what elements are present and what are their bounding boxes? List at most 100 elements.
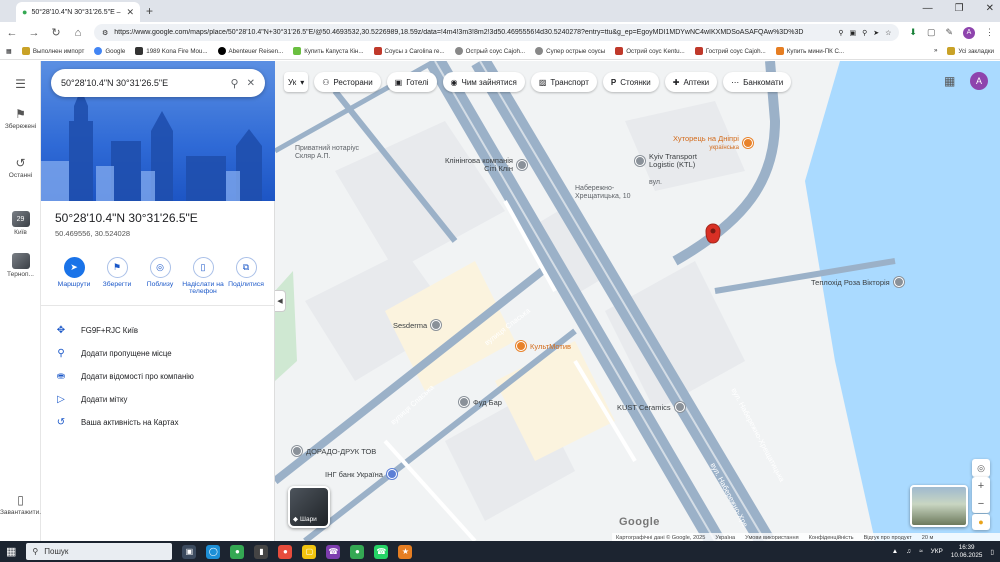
chip-parking[interactable]: P Стоянки: [602, 72, 659, 92]
browser-tab[interactable]: ● 50°28'10.4"N 30°31'26.5"E – Кі... ✕: [16, 2, 140, 22]
close-tab-icon[interactable]: ✕: [126, 7, 134, 18]
minimize-icon[interactable]: —: [923, 3, 933, 14]
viber-icon[interactable]: ☎: [326, 544, 341, 559]
bookmark-item[interactable]: Выполнен импорт: [21, 47, 84, 55]
maps-activity-row[interactable]: ↺ Ваша активність на Картах: [55, 411, 265, 434]
windows-start-icon[interactable]: ▦: [6, 545, 16, 558]
pegman-icon[interactable]: ●: [972, 514, 990, 530]
search-box[interactable]: 50°28'10.4"N 30°31'26.5"E ⚲ ✕: [51, 69, 265, 97]
poi-cleaning-company[interactable]: Клінінгова компанія Сіті Клін: [443, 156, 527, 174]
notification-icon[interactable]: ▯: [990, 548, 994, 556]
bookmark-item[interactable]: Купить мини-ПК С...: [775, 47, 844, 55]
extensions-icon[interactable]: ✎: [945, 27, 953, 38]
map-canvas[interactable]: Хуторець на Дніпрі українська Kyiv Transp…: [275, 61, 1000, 541]
reload-icon[interactable]: ↻: [50, 26, 62, 39]
menu-button[interactable]: ☰: [0, 77, 41, 93]
zoom-out-icon[interactable]: −: [978, 498, 984, 510]
chip-things-to-do[interactable]: ◉ Чим зайнятися: [442, 72, 525, 92]
lang-select[interactable]: Ук ▾: [284, 72, 309, 92]
speaker-icon[interactable]: ♫: [906, 548, 911, 555]
explorer-icon[interactable]: ▢: [302, 544, 317, 559]
rail-download-app[interactable]: ▯ Завантажити...: [0, 493, 45, 516]
apps-grid-icon[interactable]: ▦: [6, 48, 12, 55]
bookmark-item[interactable]: Острый соус Cajoh...: [454, 47, 525, 55]
poi-kust[interactable]: KUST Ceramics: [617, 402, 685, 412]
color-app-icon[interactable]: ●: [278, 544, 293, 559]
search-input[interactable]: 50°28'10.4"N 30°31'26.5"E: [61, 78, 223, 88]
zoom-icon[interactable]: ⚲: [862, 29, 867, 37]
site-info-icon[interactable]: ⚙: [102, 29, 108, 37]
poi-fud-bar[interactable]: Фуд Бар: [459, 397, 502, 407]
wifi-icon[interactable]: ≈: [919, 548, 923, 555]
nearby-button[interactable]: ◎ Поблизу: [139, 257, 181, 295]
poi-khutorets[interactable]: Хуторець на Дніпрі українська: [673, 134, 753, 152]
chip-pharmacies[interactable]: ✚ Аптеки: [664, 72, 718, 92]
forward-icon[interactable]: →: [28, 27, 40, 39]
rail-kyiv[interactable]: 29 Київ: [0, 211, 41, 236]
add-business-row[interactable]: ⛂ Додати відомості про компанію: [55, 365, 265, 388]
search-icon[interactable]: ⚲: [231, 77, 239, 90]
my-location-button[interactable]: ◎: [972, 459, 990, 477]
taskbar-search[interactable]: ⚲ Пошук: [26, 543, 173, 560]
chrome-alt-icon[interactable]: ●: [350, 544, 365, 559]
poi-ing-bank[interactable]: ІНГ банк Україна: [325, 469, 397, 479]
share-button[interactable]: ⧉ Поділитися: [225, 257, 267, 295]
all-bookmarks[interactable]: Усі закладки: [947, 47, 994, 55]
bookmark-star-icon[interactable]: ☆: [885, 29, 891, 37]
rail-saved[interactable]: ⚑ Збережені: [0, 107, 41, 130]
rail-ternopil[interactable]: Терноп...: [0, 253, 41, 278]
chip-hotels[interactable]: ▣ Готелі: [386, 72, 437, 92]
chip-restaurants[interactable]: ⚇ Ресторани: [314, 72, 381, 92]
send-to-phone-button[interactable]: ▯ Надіслати на телефон: [182, 257, 224, 295]
new-tab-button[interactable]: +: [146, 4, 153, 18]
location-icon[interactable]: ⚲: [838, 29, 843, 37]
collapse-panel-button[interactable]: ◀: [275, 290, 286, 312]
street-view-thumbnail[interactable]: [910, 485, 968, 527]
bookmark-item[interactable]: Острий соус Kentu...: [615, 47, 685, 55]
close-icon[interactable]: ✕: [247, 78, 255, 89]
bookmark-item[interactable]: Abenteuer Reisen...: [217, 47, 283, 55]
add-missing-place-row[interactable]: ⚲ Додати пропущене місце: [55, 342, 265, 365]
whatsapp-icon[interactable]: ☎: [374, 544, 389, 559]
bookmark-item[interactable]: Соусы з Carolina re...: [373, 47, 445, 55]
poi-kultmotiv[interactable]: КультМотив: [516, 341, 571, 351]
layers-button[interactable]: ◆ Шари: [288, 486, 330, 528]
app-icon[interactable]: ★: [398, 544, 413, 559]
install-icon[interactable]: ▣: [849, 29, 856, 37]
clock[interactable]: 16:39 10.06.2025: [951, 544, 983, 559]
task-view-icon[interactable]: ▣: [182, 544, 197, 559]
chrome-icon[interactable]: ●: [230, 544, 245, 559]
zoom-in-icon[interactable]: +: [978, 480, 984, 492]
rail-recent[interactable]: ↺ Останні: [0, 156, 41, 179]
chip-atms[interactable]: ⋯ Банкомати: [723, 72, 792, 92]
cast-icon[interactable]: ▢: [927, 27, 936, 38]
bookmark-item[interactable]: Купить Капуста Кiн...: [293, 47, 364, 55]
chip-transport[interactable]: ▨ Транспорт: [530, 72, 597, 92]
bookmark-item[interactable]: Супер острые соусы: [535, 47, 605, 55]
plus-code-row[interactable]: ✥ FG9F+RJC Київ: [55, 319, 265, 342]
bookmark-item[interactable]: 1989 Kona Fire Mou...: [135, 47, 208, 55]
share-icon[interactable]: ➤: [873, 29, 879, 37]
bookmark-item[interactable]: Гострий соус Cajoh...: [694, 47, 766, 55]
directions-button[interactable]: ➤ Маршрути: [53, 257, 95, 295]
profile-avatar[interactable]: A: [963, 26, 975, 39]
poi-kyiv-transport[interactable]: Kyiv Transport Logistic (KTL): [635, 152, 709, 170]
poi-teplokhid[interactable]: Теплохід Роза Вікторія: [811, 277, 904, 287]
account-avatar[interactable]: A: [970, 72, 988, 90]
bookmark-item[interactable]: Google: [94, 47, 125, 55]
omnibox[interactable]: ⚙ https://www.google.com/maps/place/50°2…: [94, 24, 900, 41]
edge-icon[interactable]: ◯: [206, 544, 221, 559]
poi-dorado[interactable]: ДОРАДО-ДРУК ТОВ: [292, 446, 376, 456]
download-icon[interactable]: ⬇: [909, 27, 917, 38]
add-label-row[interactable]: ▷ Додати мітку: [55, 388, 265, 411]
maximize-icon[interactable]: ❐: [955, 3, 964, 14]
back-icon[interactable]: ←: [6, 27, 18, 39]
home-icon[interactable]: ⌂: [72, 27, 84, 39]
save-button[interactable]: ⚑ Зберегти: [96, 257, 138, 295]
close-window-icon[interactable]: ✕: [986, 3, 994, 14]
poi-sesderma[interactable]: Sesderma: [393, 320, 442, 330]
terminal-icon[interactable]: ▮: [254, 544, 269, 559]
menu-icon[interactable]: ⋮: [985, 27, 994, 38]
google-apps-icon[interactable]: ▦: [944, 74, 955, 88]
language-indicator[interactable]: УКР: [931, 548, 943, 555]
